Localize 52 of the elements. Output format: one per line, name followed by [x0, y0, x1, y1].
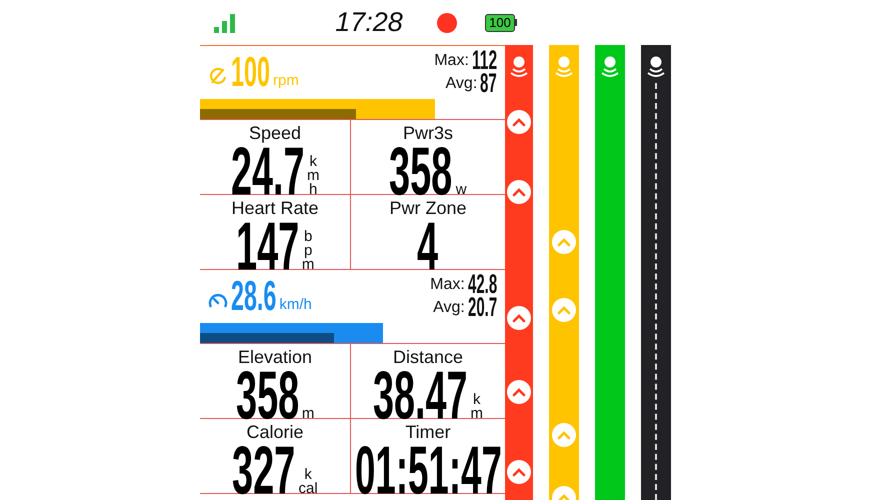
rider-icon: [554, 56, 574, 78]
field-label: Timer: [405, 422, 451, 442]
field-value: 38.47: [372, 368, 468, 418]
field-label: Elevation: [238, 347, 312, 367]
stat-label: Avg:: [446, 76, 478, 92]
stat-label: Max:: [430, 276, 465, 293]
unit-label: p: [304, 244, 312, 258]
unit-label: m: [302, 258, 314, 272]
field-value: 4: [417, 219, 439, 270]
unit-label: m: [306, 169, 320, 184]
unit-label: k: [304, 468, 312, 482]
field-value: 147: [236, 219, 299, 270]
unit-label: km/h: [279, 297, 312, 312]
unit-label: h: [309, 183, 318, 198]
battery-indicator: 100: [485, 14, 515, 32]
stat-value: 87: [480, 72, 497, 92]
gauge-value: 100: [231, 55, 270, 86]
field-value: 01:51:47: [354, 443, 502, 494]
unit-label: m: [302, 407, 314, 422]
stat-label: Avg:: [433, 300, 465, 316]
unit-label: rpm: [273, 73, 299, 88]
stat-value: 42.8: [468, 273, 497, 293]
stat-value: 112: [472, 49, 497, 69]
gauge-value: 28.6: [231, 279, 276, 310]
signal-icon: [213, 12, 237, 32]
speedometer-icon: [208, 292, 228, 310]
field-label: Pwr3s: [402, 123, 453, 143]
stat-value: 20.7: [468, 296, 497, 316]
field-label: Calorie: [246, 422, 304, 442]
field-value: 358: [236, 368, 299, 418]
field-value: 24.7: [230, 144, 304, 194]
field-label: Speed: [248, 123, 302, 143]
field-label: Pwr Zone: [389, 198, 467, 218]
cadence-icon: [208, 66, 228, 86]
field-label: Heart Rate: [231, 198, 319, 218]
clock-time: 17:28: [334, 7, 404, 38]
chevron-up-icon: [552, 423, 576, 447]
unit-label: k: [473, 393, 480, 408]
unit-label: w: [456, 183, 467, 198]
rider-icon: [646, 56, 666, 78]
field-label: Distance: [392, 347, 464, 367]
stat-label: Max:: [434, 52, 469, 69]
chevron-up-icon: [552, 298, 576, 322]
field-value: 358: [389, 144, 453, 194]
unit-label: b: [304, 230, 312, 244]
rider-icon: [509, 56, 529, 78]
rider-icon: [600, 56, 620, 78]
unit-label: cal: [298, 482, 318, 496]
field-value: 327: [232, 443, 296, 494]
unit-label: m: [470, 407, 483, 422]
unit-label: k: [309, 155, 317, 170]
chevron-up-icon: [552, 230, 576, 254]
